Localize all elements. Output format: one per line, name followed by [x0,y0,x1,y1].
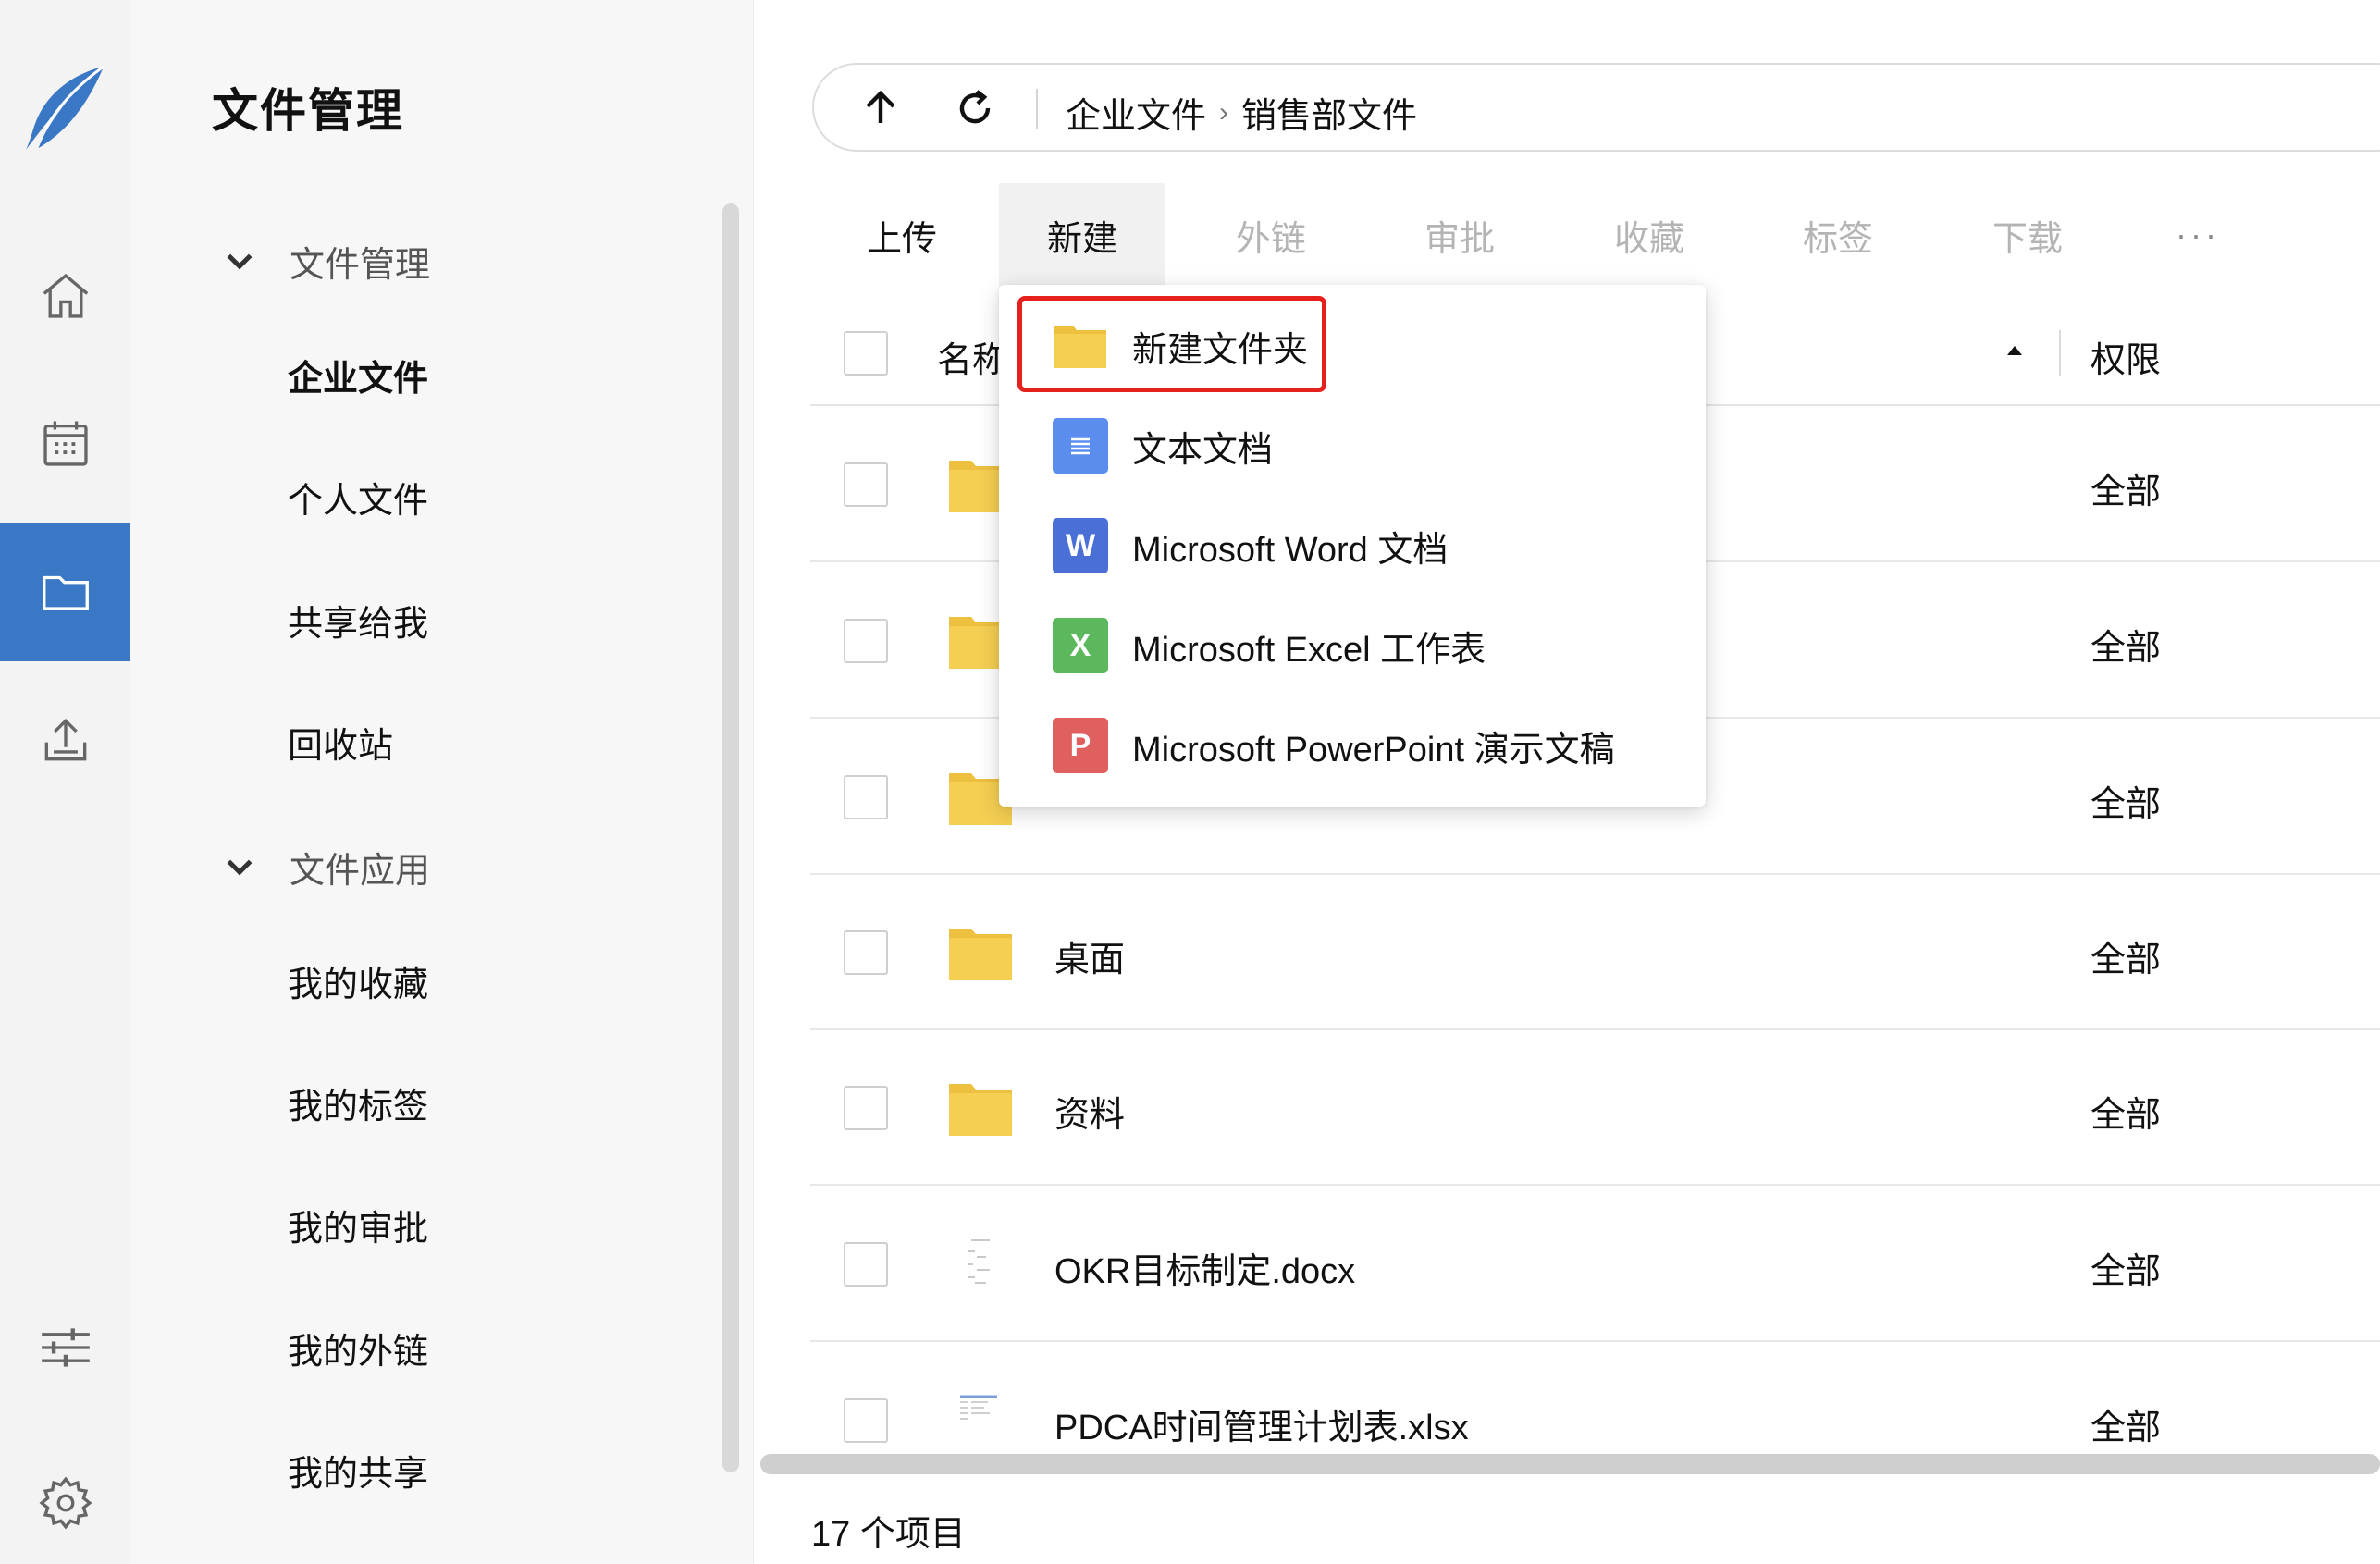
row-checkbox[interactable] [844,1242,888,1287]
file-name[interactable]: OKR目标制定.docx [1054,1242,1355,1293]
arrow-up-icon[interactable] [858,86,903,130]
item-count: 17 个项目 [811,1515,966,1554]
excel-icon: X [1053,618,1108,673]
row-checkbox[interactable] [844,930,888,975]
new-button[interactable]: 新建 [999,183,1165,287]
column-name-header[interactable]: 名称 [937,331,1007,382]
chevron-down-icon [227,253,253,270]
chevron-down-icon [227,859,253,876]
menu-item-word-document[interactable]: W Microsoft Word 文档 [999,496,1706,596]
table-row[interactable]: PDCA时间管理计划表.xlsx 全部 [810,1343,2380,1454]
docx-thumbnail-icon [960,1235,1001,1294]
rail-upload-button[interactable] [0,671,130,809]
menu-item-excel-sheet[interactable]: X Microsoft Excel 工作表 [999,596,1706,696]
menu-item-text-document[interactable]: 文本文档 [999,396,1706,496]
file-name[interactable]: 桌面 [1054,930,1125,981]
refresh-icon[interactable] [953,86,997,130]
nav-scrollbar[interactable] [722,203,739,1472]
breadcrumb-separator: › [1219,96,1229,128]
file-permission: 全部 [2090,1409,2162,1447]
app-logo-icon [25,65,105,151]
menu-item-label: 文本文档 [1132,430,1274,470]
gear-icon [38,1476,92,1530]
download-button[interactable]: 下载 [1944,183,2111,287]
nav-panel: 文件管理 文件管理 企业文件 个人文件 共享给我 回收站 文件应用 我的收藏 我… [130,0,754,1564]
share-link-button[interactable]: 外链 [1188,183,1354,287]
menu-item-label: 新建文件夹 [1132,330,1309,370]
file-permission: 全部 [2090,473,2162,511]
column-divider[interactable] [2059,330,2061,376]
nav-group-file-management[interactable]: 文件管理 [221,236,430,287]
nav-group-file-apps[interactable]: 文件应用 [221,842,430,893]
menu-item-label: Microsoft PowerPoint 演示文稿 [1132,730,1615,770]
nav-item-my-links[interactable]: 我的外链 [288,1323,428,1373]
nav-title: 文件管理 [212,85,404,137]
nav-item-shared-with-me[interactable]: 共享给我 [288,595,428,646]
rail-settings-sliders-button[interactable] [0,1278,130,1417]
nav-group-label: 文件应用 [290,852,431,891]
breadcrumb: 企业文件 › 销售部文件 [1066,87,1417,138]
row-checkbox[interactable] [844,619,888,663]
favorite-button[interactable]: 收藏 [1566,183,1733,287]
row-checkbox[interactable] [844,1086,888,1130]
nav-item-personal-files[interactable]: 个人文件 [288,472,428,523]
file-permission: 全部 [2090,1252,2162,1291]
rail-home-button[interactable] [0,227,130,365]
powerpoint-icon: P [1053,718,1108,773]
word-icon: W [1053,518,1108,573]
address-bar: 企业文件 › 销售部文件 [812,63,2380,152]
xlsx-thumbnail-icon [956,1391,1005,1428]
table-row[interactable]: 资料 全部 [810,1030,2380,1186]
menu-item-new-folder[interactable]: 新建文件夹 [999,296,1706,396]
file-permission: 全部 [2090,941,2162,979]
icon-rail [0,0,130,1564]
nav-item-enterprise-files[interactable]: 企业文件 [288,350,428,400]
menu-item-label: Microsoft Excel 工作表 [1132,630,1486,670]
folder-icon [1054,326,1106,368]
nav-item-recycle-bin[interactable]: 回收站 [288,717,393,768]
rail-calendar-button[interactable] [0,375,130,513]
more-button[interactable]: ··· [2115,183,2281,287]
upload-button[interactable]: 上传 [819,183,985,287]
sliders-icon [41,1328,90,1367]
menu-item-powerpoint[interactable]: P Microsoft PowerPoint 演示文稿 [999,696,1706,795]
file-permission: 全部 [2090,629,2162,668]
nav-item-my-favorites[interactable]: 我的收藏 [288,955,428,1006]
rail-files-button[interactable] [0,523,130,661]
file-permission: 全部 [2090,785,2162,824]
file-name[interactable]: PDCA时间管理计划表.xlsx [1054,1398,1469,1449]
menu-item-label: Microsoft Word 文档 [1132,530,1449,570]
row-checkbox[interactable] [844,1398,888,1443]
table-row[interactable]: OKR目标制定.docx 全部 [810,1187,2380,1342]
row-checkbox[interactable] [844,462,888,507]
nav-item-my-shares[interactable]: 我的共享 [288,1445,428,1496]
approve-button[interactable]: 审批 [1376,183,1543,287]
file-permission: 全部 [2090,1096,2162,1135]
text-doc-icon [1053,418,1108,474]
select-all-checkbox[interactable] [844,331,888,376]
file-name[interactable]: 资料 [1054,1086,1125,1137]
breadcrumb-item[interactable]: 企业文件 [1066,87,1206,138]
new-dropdown-menu: 新建文件夹 文本文档 W Microsoft Word 文档 X Microso… [999,285,1706,807]
folder-icon [949,929,1012,980]
table-row[interactable]: 桌面 全部 [810,875,2380,1030]
folder-icon [42,575,89,610]
horizontal-scrollbar[interactable] [760,1454,2380,1474]
tag-button[interactable]: 标签 [1755,183,1921,287]
upload-icon [44,718,86,761]
folder-icon [949,1084,1012,1136]
sort-ascending-icon[interactable] [2004,339,2026,362]
row-checkbox[interactable] [844,775,888,819]
nav-item-my-approvals[interactable]: 我的审批 [288,1200,428,1250]
nav-item-my-tags[interactable]: 我的标签 [288,1078,428,1128]
rail-gear-button[interactable] [0,1434,130,1564]
home-icon [43,273,88,318]
column-permission-header[interactable]: 权限 [2090,331,2161,382]
address-divider [1036,89,1038,129]
breadcrumb-item-current[interactable]: 销售部文件 [1241,87,1417,138]
nav-group-label: 文件管理 [290,246,431,285]
calendar-icon [43,421,88,466]
